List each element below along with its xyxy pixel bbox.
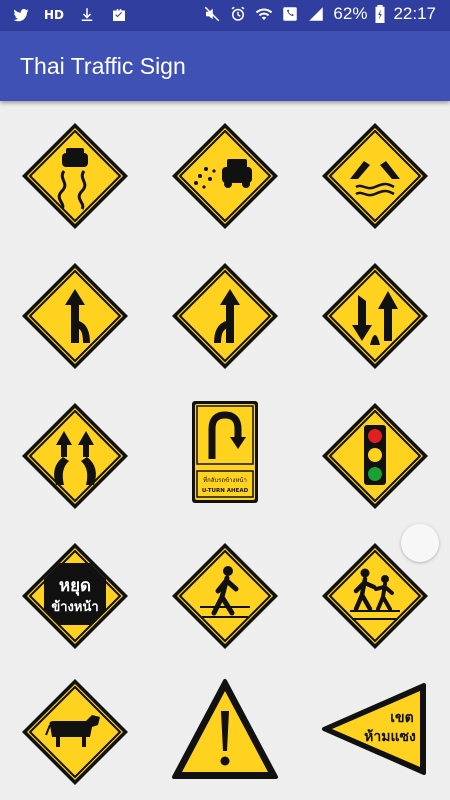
two-way-icon [322,263,428,369]
battery-percent: 62% [333,4,368,23]
sign-stop-ahead[interactable]: หยุด ข้างหน้า [20,541,130,651]
sign-loose-gravel[interactable] [170,121,280,231]
sign-cattle-crossing[interactable] [20,677,130,787]
merge-right-icon [22,263,128,369]
stop-ahead-line2: ข้างหน้า [51,599,98,615]
pedestrian-icon [172,543,278,649]
u-turn-english-text: U-TURN AHEAD [202,488,249,494]
slippery-road-icon [22,123,128,229]
wifi-icon [255,5,273,23]
sign-divided-road[interactable] [20,401,130,511]
briefcase-icon [110,6,128,24]
sign-bridge[interactable] [320,121,430,231]
app-bar: Thai Traffic Sign [0,31,450,101]
app-title: Thai Traffic Sign [20,53,186,79]
mute-icon [203,5,221,23]
exclamation-icon [172,679,278,779]
u-turn-icon: ที่กลับรถข้างหน้า U-TURN AHEAD [192,401,258,503]
download-icon [78,6,96,24]
divided-road-icon [22,403,128,509]
u-turn-thai-text: ที่กลับรถข้างหน้า [203,476,247,484]
sign-merge-right[interactable] [20,261,130,371]
sign-slippery-road[interactable] [20,121,130,231]
sign-end-no-passing[interactable]: เขต ห้ามแซง [320,677,430,787]
stop-octagon-icon: หยุด ข้างหน้า [22,543,128,649]
sign-traffic-light[interactable] [320,401,430,511]
sign-caution[interactable] [170,677,280,787]
alarm-icon [229,5,247,23]
sign-two-way[interactable] [320,261,430,371]
twitter-icon [12,6,30,24]
pennant-icon: เขต ห้ามแซง [322,683,426,775]
sign-merge-left[interactable] [170,261,280,371]
status-bar: HD 62% 22:17 [0,0,450,31]
stop-ahead-line1: หยุด [59,576,91,596]
sign-u-turn-ahead[interactable]: ที่กลับรถข้างหน้า U-TURN AHEAD [170,401,280,511]
battery-icon [375,5,385,23]
hd-icon: HD [44,8,65,22]
merge-left-icon [172,263,278,369]
end-no-passing-line1: เขต [390,710,413,726]
bridge-icon [322,123,428,229]
traffic-light-icon [322,403,428,509]
call-icon [281,5,299,23]
sign-pedestrian-crossing[interactable] [170,541,280,651]
end-no-passing-line2: ห้ามแซง [364,729,416,745]
fast-scroll-handle[interactable] [401,524,439,562]
gravel-car-icon [172,123,278,229]
signal-icon [307,5,325,23]
cow-icon [22,679,128,785]
clock: 22:17 [393,4,436,23]
